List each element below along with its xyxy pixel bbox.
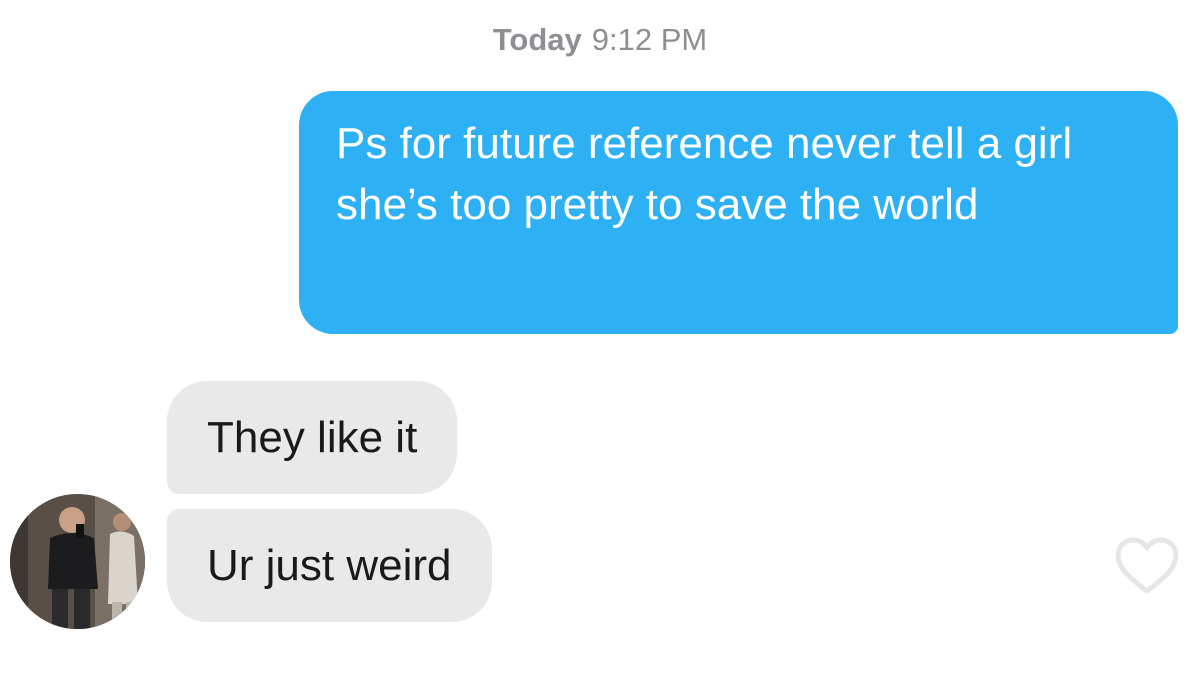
outgoing-message-bubble[interactable]: Ps for future reference never tell a gir…	[299, 91, 1178, 334]
chat-thread: Today 9:12 PM Ps for future reference nev…	[0, 0, 1200, 675]
incoming-message-bubble[interactable]: They like it	[167, 381, 458, 494]
heart-icon[interactable]	[1114, 536, 1180, 596]
message-timestamp: Today 9:12 PM	[0, 22, 1200, 58]
message-text: They like it	[207, 412, 418, 462]
timestamp-time: 9:12 PM	[591, 22, 708, 57]
message-text: Ur just weird	[207, 540, 452, 590]
contact-avatar[interactable]	[10, 494, 145, 629]
incoming-message-bubble[interactable]: Ur just weird	[167, 509, 492, 622]
timestamp-day: Today	[492, 22, 582, 57]
